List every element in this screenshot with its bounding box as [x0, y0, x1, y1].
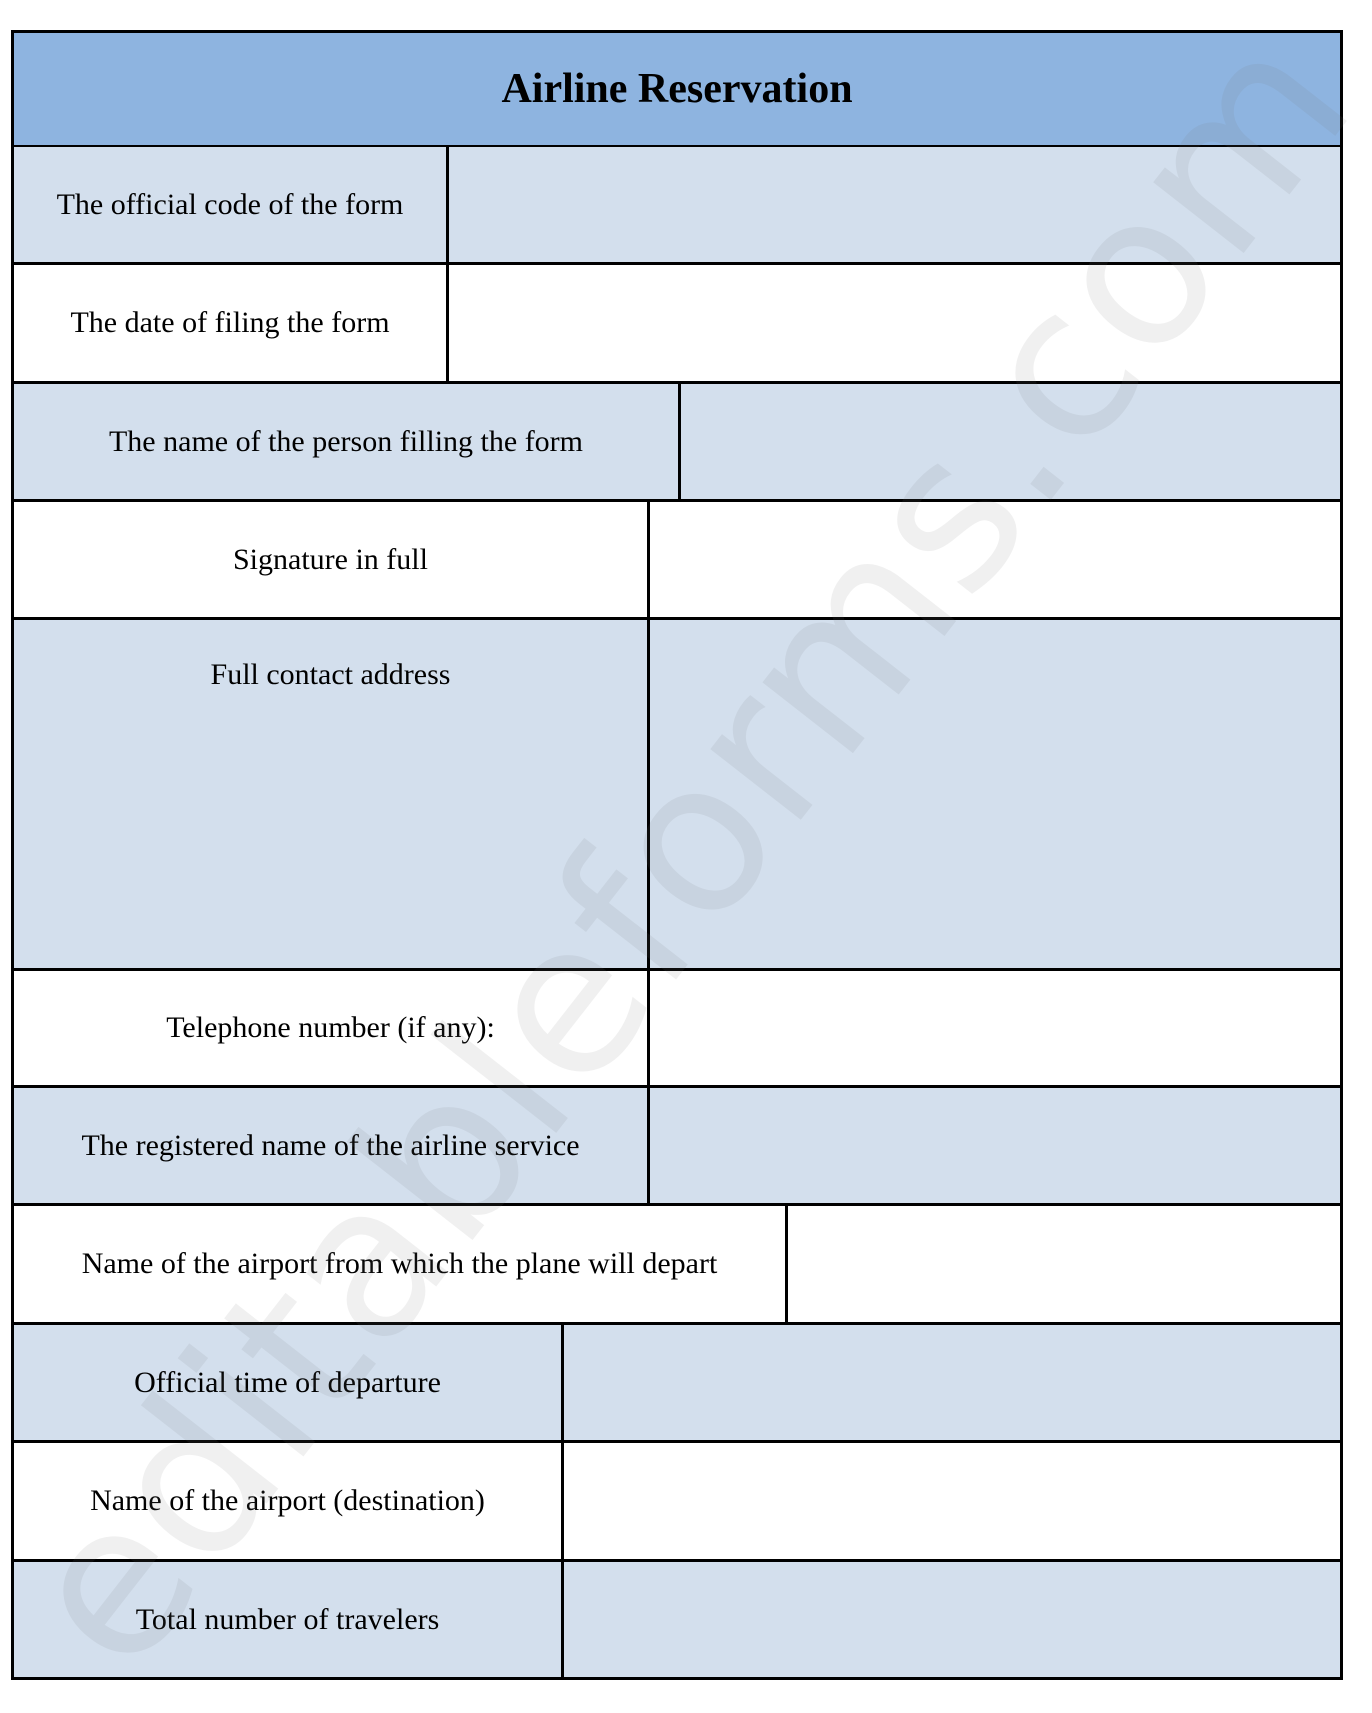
form-header: Airline Reservation	[14, 33, 1340, 148]
field-label-destination-airport: Name of the airport (destination)	[14, 1443, 564, 1559]
airline-reservation-form: Airline Reservation The official code of…	[11, 30, 1343, 1680]
field-label-departure-time: Official time of departure	[14, 1325, 564, 1440]
field-input-departure-airport[interactable]	[788, 1206, 1340, 1322]
field-input-airline-name[interactable]	[650, 1088, 1340, 1203]
form-row-airline-name: The registered name of the airline servi…	[14, 1088, 1340, 1206]
field-input-filing-date[interactable]	[449, 265, 1340, 381]
form-row-official-code: The official code of the form	[14, 147, 1340, 265]
form-row-departure-time: Official time of departure	[14, 1325, 1340, 1443]
field-label-telephone: Telephone number (if any):	[14, 971, 650, 1085]
form-row-total-travelers: Total number of travelers	[14, 1562, 1340, 1677]
field-label-contact-address: Full contact address	[14, 620, 650, 968]
form-title: Airline Reservation	[501, 66, 853, 112]
field-input-departure-time[interactable]	[564, 1325, 1340, 1440]
field-label-signature: Signature in full	[14, 502, 650, 617]
form-row-signature: Signature in full	[14, 502, 1340, 620]
form-row-person-name: The name of the person filling the form	[14, 384, 1340, 502]
field-input-signature[interactable]	[650, 502, 1340, 617]
field-label-filing-date: The date of filing the form	[14, 265, 449, 381]
field-input-person-name[interactable]	[681, 384, 1340, 499]
field-label-total-travelers: Total number of travelers	[14, 1562, 564, 1677]
form-row-departure-airport: Name of the airport from which the plane…	[14, 1206, 1340, 1325]
field-label-person-name: The name of the person filling the form	[14, 384, 681, 499]
form-row-telephone: Telephone number (if any):	[14, 971, 1340, 1088]
form-row-contact-address: Full contact address	[14, 620, 1340, 971]
field-label-official-code: The official code of the form	[14, 147, 449, 262]
field-input-official-code[interactable]	[449, 147, 1340, 262]
field-input-telephone[interactable]	[650, 971, 1340, 1085]
form-row-filing-date: The date of filing the form	[14, 265, 1340, 384]
field-label-airline-name: The registered name of the airline servi…	[14, 1088, 650, 1203]
field-input-contact-address[interactable]	[650, 620, 1340, 968]
field-input-destination-airport[interactable]	[564, 1443, 1340, 1559]
field-input-total-travelers[interactable]	[564, 1562, 1340, 1677]
field-label-departure-airport: Name of the airport from which the plane…	[14, 1206, 788, 1322]
form-row-destination-airport: Name of the airport (destination)	[14, 1443, 1340, 1562]
